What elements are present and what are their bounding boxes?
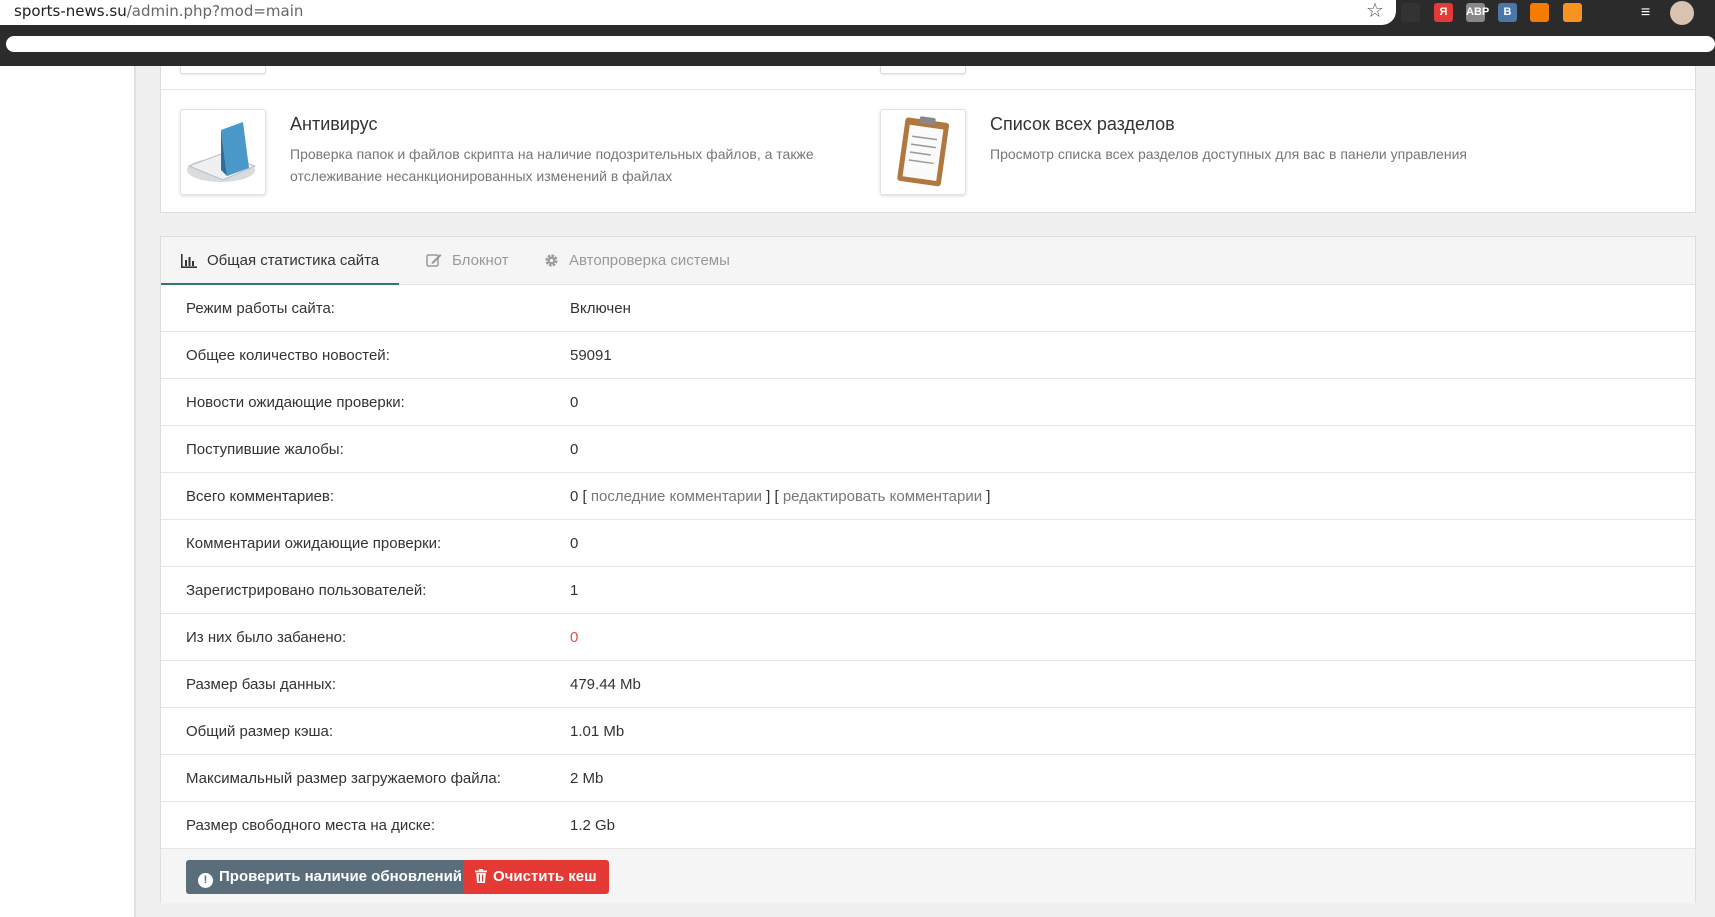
odnoklassniki-icon[interactable] — [1563, 3, 1582, 22]
stats-panel: Общая статистика сайта Блокнот Автопрове… — [160, 236, 1696, 903]
tab-label: Автопроверка системы — [569, 252, 730, 269]
stat-label: Зарегистрировано пользователей: — [186, 582, 427, 599]
edit-comments-link[interactable]: редактировать комментарии — [783, 488, 982, 505]
stats-footer: ! Проверить наличие обновлений Очистить к… — [161, 849, 1695, 903]
stat-label: Новости ожидающие проверки: — [186, 394, 405, 411]
gear-icon — [545, 254, 558, 267]
url-text: sports-news.su/admin.php?mod=main — [14, 2, 304, 20]
table-row: Всего комментариев: 0 [ последние коммент… — [161, 473, 1695, 520]
stat-value: 0 [ последние комментарии ] [ редактиров… — [570, 488, 991, 505]
module-description: Проверка папок и файлов скрипта на налич… — [290, 146, 814, 184]
browser-toolbar: sports-news.su/admin.php?mod=main ☆ Я ABP… — [0, 0, 1715, 26]
table-row: Зарегистрировано пользователей: 1 — [161, 567, 1695, 614]
adblock-icon[interactable]: ABP — [1466, 3, 1489, 22]
tab-notepad[interactable]: Блокнот — [406, 237, 529, 285]
edit-icon — [426, 254, 442, 267]
stat-value: Включен — [570, 300, 631, 317]
table-row: Комментарии ожидающие проверки: 0 — [161, 520, 1695, 567]
module-thumb-partial[interactable] — [880, 66, 966, 74]
tab-general-stats[interactable]: Общая статистика сайта — [161, 237, 400, 285]
button-label: Очистить кеш — [493, 868, 597, 885]
stat-value: 479.44 Mb — [570, 676, 641, 693]
stats-table: Режим работы сайта: Включен Общее количест… — [161, 285, 1695, 849]
profile-avatar[interactable] — [1670, 1, 1694, 25]
stat-label: Размер свободного места на диске: — [186, 817, 436, 834]
bar-chart-icon — [181, 254, 197, 268]
bookmarks-bar — [0, 26, 1715, 66]
antivirus-icon[interactable] — [180, 109, 266, 195]
bookmark-star-icon[interactable]: ☆ — [1366, 0, 1384, 22]
stat-value: 0 — [570, 394, 579, 411]
tab-label: Блокнот — [452, 252, 509, 269]
module-title[interactable]: Антивирус — [290, 114, 377, 135]
stat-value: 2 Mb — [570, 770, 604, 787]
table-row: Максимальный размер загружаемого файла: 2… — [161, 755, 1695, 802]
module-description: Просмотр списка всех разделов доступных … — [990, 146, 1467, 162]
stat-value: 1 — [570, 582, 579, 599]
table-row: Общий размер кэша: 1.01 Mb — [161, 708, 1695, 755]
table-row: Поступившие жалобы: 0 — [161, 426, 1695, 473]
exclamation-icon: ! — [198, 873, 213, 888]
table-row: Размер свободного места на диске: 1.2 Gb — [161, 802, 1695, 849]
divider — [161, 89, 1695, 90]
ext-1[interactable] — [1401, 3, 1420, 22]
table-row: Общее количество новостей: 59091 — [161, 332, 1695, 379]
clear-cache-button[interactable]: Очистить кеш — [463, 860, 609, 894]
stat-label: Комментарии ожидающие проверки: — [186, 535, 442, 552]
check-updates-button[interactable]: ! Проверить наличие обновлений — [186, 860, 475, 894]
stat-value: 1.2 Gb — [570, 817, 616, 834]
tab-system-autocheck[interactable]: Автопроверка системы — [524, 237, 750, 285]
playlist-icon[interactable]: ≡ — [1636, 3, 1655, 22]
stat-label: Размер базы данных: — [186, 676, 337, 693]
vk-icon[interactable]: В — [1498, 3, 1517, 22]
yandex-icon[interactable]: Я — [1434, 3, 1453, 22]
address-bar[interactable]: sports-news.su/admin.php?mod=main ☆ — [0, 0, 1396, 25]
table-row: Новости ожидающие проверки: 0 — [161, 379, 1695, 426]
modules-panel: Антивирус Проверка папок и файлов скрипт… — [160, 66, 1696, 213]
stat-value: 1.01 Mb — [570, 723, 625, 740]
stat-value-text: 0 — [570, 488, 579, 505]
stat-label: Всего комментариев: — [186, 488, 335, 505]
stat-label: Поступившие жалобы: — [186, 441, 344, 458]
rss-icon[interactable] — [1530, 3, 1549, 22]
stat-value: 0 — [570, 441, 579, 458]
module-title[interactable]: Список всех разделов — [990, 114, 1175, 135]
tab-bar: Общая статистика сайта Блокнот Автопрове… — [161, 237, 1695, 285]
stat-value: 59091 — [570, 347, 612, 364]
tab-label: Общая статистика сайта — [207, 252, 380, 269]
stat-label: Режим работы сайта: — [186, 300, 335, 317]
table-row: Размер базы данных: 479.44 Mb — [161, 661, 1695, 708]
sidebar — [0, 66, 136, 917]
stat-value: 0 — [570, 629, 579, 646]
stat-value: 0 — [570, 535, 579, 552]
clipboard-icon[interactable] — [880, 109, 966, 195]
bookmarks-strip[interactable] — [6, 36, 1715, 52]
recent-comments-link[interactable]: последние комментарии — [591, 488, 762, 505]
table-row: Режим работы сайта: Включен — [161, 285, 1695, 332]
stat-label: Максимальный размер загружаемого файла: — [186, 770, 501, 787]
button-label: Проверить наличие обновлений — [219, 868, 463, 885]
stat-label: Из них было забанено: — [186, 629, 347, 646]
trash-icon — [475, 869, 487, 883]
stat-label: Общее количество новостей: — [186, 347, 390, 364]
table-row: Из них было забанено: 0 — [161, 614, 1695, 661]
module-thumb-partial[interactable] — [180, 66, 266, 74]
stat-label: Общий размер кэша: — [186, 723, 334, 740]
